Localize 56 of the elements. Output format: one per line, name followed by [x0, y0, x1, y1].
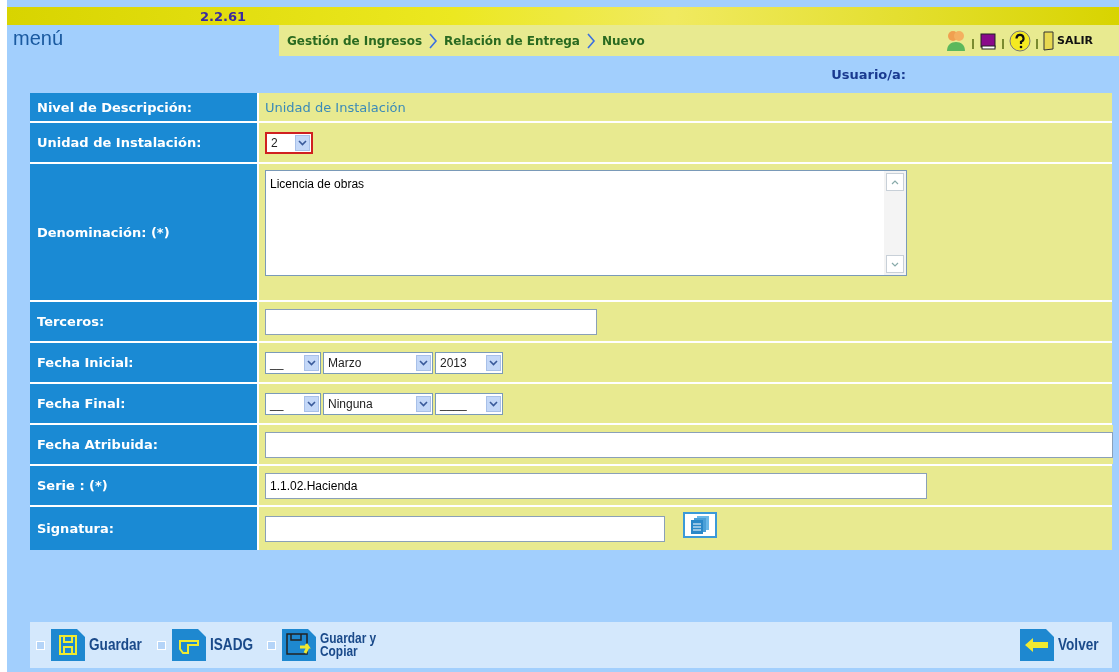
action-button[interactable]: Guardar y Copiar [281, 629, 390, 661]
caret-icon [489, 400, 498, 407]
breadcrumb-item[interactable]: Nuevo [601, 33, 645, 48]
door-icon [1043, 30, 1055, 51]
dropdown[interactable]: Ninguna [323, 392, 433, 415]
field-label: Fecha Atribuida: [30, 425, 257, 464]
input-field[interactable]: 1.1.02.Hacienda [265, 472, 927, 499]
bullet-icon [36, 640, 45, 650]
user-label: Usuario/a: [831, 67, 906, 82]
users-icon[interactable] [945, 28, 967, 53]
dropdown[interactable]: Marzo [323, 351, 433, 374]
scroll-up-icon[interactable] [891, 179, 899, 185]
back-button[interactable]: Volver [1020, 629, 1106, 661]
bullet-icon [266, 640, 276, 650]
bullet-icon [157, 640, 167, 650]
floppy-arrow-icon [281, 629, 316, 661]
field-label: Terceros: [30, 302, 257, 341]
text-area[interactable]: Licencia de obras [265, 170, 907, 276]
caret-icon [489, 359, 498, 366]
dropdown[interactable]: __ [265, 392, 321, 415]
caret-icon [419, 400, 428, 407]
menu-link[interactable]: menú [7, 25, 279, 56]
field-label: Serie : (*) [30, 466, 257, 505]
scrollbar[interactable] [884, 171, 906, 275]
input-field[interactable] [265, 431, 1113, 458]
field-label: Denominación: (*) [30, 164, 257, 300]
arrow-left-icon [1020, 629, 1055, 661]
help-icon[interactable] [1009, 29, 1031, 52]
documents-icon[interactable] [683, 511, 717, 538]
field-label: Fecha Final: [30, 384, 257, 423]
caret-icon [307, 359, 316, 366]
exit-link[interactable]: SALIR [1043, 30, 1093, 51]
dropdown[interactable]: 2013 [435, 351, 503, 374]
field-label: Fecha Inicial: [30, 343, 257, 382]
field-value: Unidad de Instalación [265, 99, 406, 115]
dropdown[interactable]: __ [265, 351, 321, 374]
action-button[interactable]: Guardar [51, 629, 152, 661]
input-field[interactable] [265, 515, 665, 542]
input-field[interactable] [265, 308, 597, 335]
action-button[interactable]: ISADG [172, 629, 261, 661]
caret-icon [298, 139, 307, 146]
chevron-icon [585, 32, 596, 49]
dropdown[interactable]: 2 [265, 131, 313, 154]
book-icon[interactable] [979, 31, 997, 50]
field-label: Unidad de Instalación: [30, 123, 257, 162]
pointing-hand-icon [172, 629, 207, 661]
caret-icon [419, 359, 428, 366]
field-label: Nivel de Descripción: [30, 93, 257, 121]
field-label: Signatura: [30, 507, 257, 550]
dropdown[interactable]: ____ [435, 392, 503, 415]
breadcrumb-item[interactable]: Relación de Entrega [444, 33, 580, 48]
breadcrumb-item[interactable]: Gestión de Ingresos [287, 33, 423, 48]
scroll-down-icon[interactable] [891, 261, 899, 267]
version-label: 2.2.61 [200, 8, 247, 24]
chevron-icon [428, 32, 439, 49]
caret-icon [307, 400, 316, 407]
